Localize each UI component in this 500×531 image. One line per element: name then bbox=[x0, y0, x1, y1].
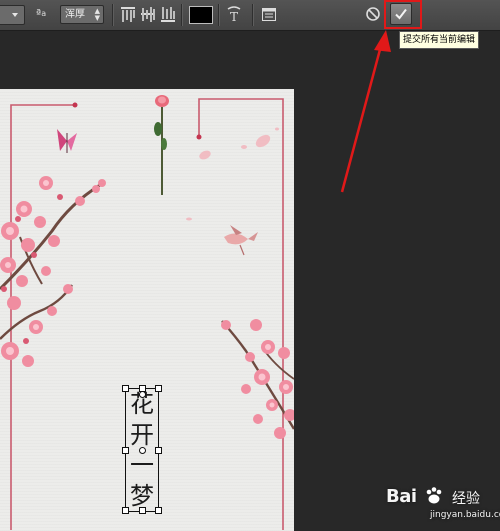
checkmark-icon bbox=[395, 8, 407, 20]
vertical-text-box[interactable]: 花 开 一 梦 bbox=[122, 385, 162, 514]
commit-button[interactable] bbox=[390, 3, 412, 25]
transform-handle[interactable] bbox=[122, 447, 129, 454]
frame-dot bbox=[72, 102, 78, 108]
toolbar-separator bbox=[252, 4, 254, 26]
annotation-arrow bbox=[340, 30, 391, 193]
commit-tooltip: 提交所有当前编辑 bbox=[399, 31, 480, 49]
text-anchor-point[interactable] bbox=[139, 391, 146, 398]
svg-text:T: T bbox=[230, 10, 238, 24]
frame-dot bbox=[196, 134, 202, 140]
transform-handle[interactable] bbox=[155, 507, 162, 514]
character-panel-icon[interactable] bbox=[262, 7, 276, 21]
text-char: 一 bbox=[130, 451, 154, 480]
align-bottom-icon[interactable] bbox=[161, 7, 175, 22]
transform-handle[interactable] bbox=[139, 507, 146, 514]
text-char: 梦 bbox=[130, 481, 154, 510]
antialias-value: 浑厚 bbox=[65, 9, 85, 20]
butterfly-illustration bbox=[57, 129, 77, 153]
toolbar-separator bbox=[218, 4, 220, 26]
transform-handle[interactable] bbox=[122, 507, 129, 514]
text-color-swatch[interactable] bbox=[189, 6, 213, 24]
font-size-dropdown[interactable] bbox=[0, 5, 25, 25]
cancel-edit-icon[interactable] bbox=[365, 6, 381, 22]
antialias-select[interactable]: 浑厚 ▲ ▼ bbox=[60, 5, 104, 24]
bird-illustration bbox=[224, 225, 258, 256]
watermark-suffix: 经验 bbox=[452, 491, 480, 507]
floating-petals bbox=[186, 127, 279, 221]
left-blossom-branch bbox=[0, 176, 106, 367]
paw-logo-icon bbox=[426, 487, 442, 504]
updown-arrow-icon: ▲ ▼ bbox=[94, 7, 100, 22]
rose-illustration bbox=[154, 95, 169, 195]
toolbar-separator bbox=[112, 4, 114, 26]
options-toolbar: ªa 浑厚 ▲ ▼ T bbox=[0, 0, 500, 31]
toolbar-separator bbox=[181, 4, 183, 26]
align-center-icon[interactable] bbox=[141, 7, 155, 22]
document-canvas[interactable]: 花 开 一 梦 bbox=[0, 89, 294, 531]
watermark-url: jingyan.baidu.com bbox=[430, 510, 500, 520]
watermark-brand: Bai bbox=[386, 486, 417, 507]
transform-handle[interactable] bbox=[155, 385, 162, 392]
transform-handle[interactable] bbox=[155, 447, 162, 454]
text-char: 开 bbox=[130, 420, 154, 449]
align-top-icon[interactable] bbox=[121, 7, 135, 22]
antialias-icon: ªa bbox=[36, 7, 47, 20]
baidu-jingyan-watermark: Bai 经验 jingyan.baidu.com bbox=[382, 480, 500, 531]
transform-handle[interactable] bbox=[122, 385, 129, 392]
warp-text-icon[interactable]: T bbox=[226, 5, 242, 24]
reference-point[interactable] bbox=[139, 447, 146, 454]
